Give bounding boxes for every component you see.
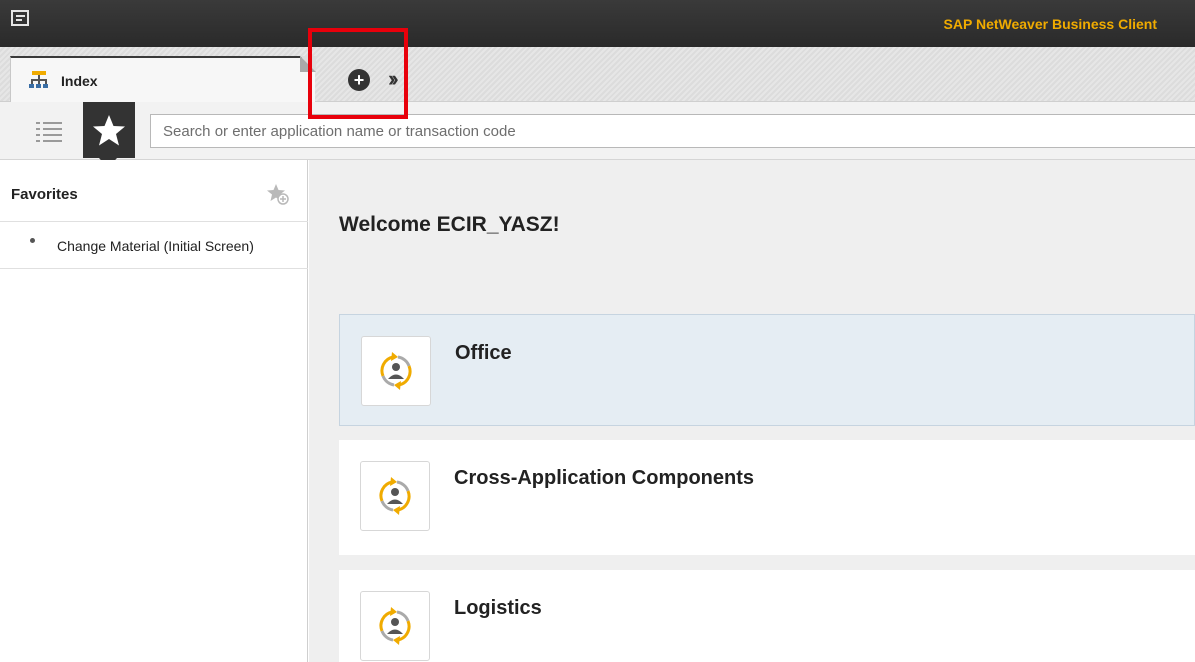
- workcenter-card-cross-application[interactable]: Cross-Application Components: [339, 440, 1195, 555]
- favorite-item-label[interactable]: Change Material (Initial Screen): [57, 238, 254, 254]
- card-title: Logistics: [454, 597, 542, 619]
- highlight-box: [308, 28, 408, 119]
- workcenter-icon: [360, 461, 430, 531]
- tab-index[interactable]: [10, 56, 315, 102]
- bullet-icon: [30, 238, 35, 243]
- workcenter-icon: [361, 336, 431, 406]
- app-title: SAP NetWeaver Business Client: [943, 16, 1157, 32]
- tab-index-label: Index: [61, 73, 98, 89]
- welcome-heading: Welcome ECIR_YASZ!: [339, 213, 560, 236]
- card-title: Cross-Application Components: [454, 467, 755, 489]
- list-icon[interactable]: [34, 120, 64, 144]
- workcenter-card-logistics[interactable]: Logistics: [339, 570, 1195, 662]
- workcenter-card-office[interactable]: Office: [339, 314, 1195, 426]
- star-icon: [93, 115, 125, 146]
- card-title: Office: [455, 342, 512, 364]
- favorites-button[interactable]: [83, 102, 135, 158]
- index-hierarchy-icon: [28, 70, 50, 90]
- menu-icon[interactable]: [11, 10, 29, 26]
- search-input[interactable]: [150, 114, 1195, 148]
- workcenter-icon: [360, 591, 430, 661]
- favorites-title: Favorites: [11, 186, 78, 203]
- star-add-icon[interactable]: [266, 182, 290, 206]
